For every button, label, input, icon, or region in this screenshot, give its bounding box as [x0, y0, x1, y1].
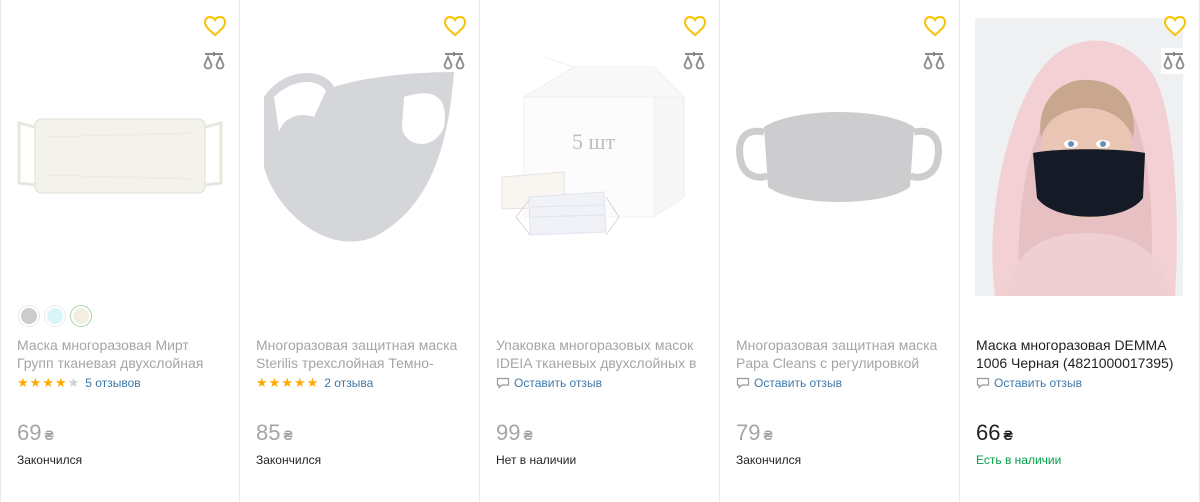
star-icon: ★: [281, 375, 293, 390]
product-rating: ★ ★ ★ ★ ★ 2 отзыва: [256, 376, 373, 391]
product-card: 5 шт Упаковка многоразовых масок IDEIA т…: [480, 0, 720, 502]
speech-bubble-icon: [976, 377, 990, 389]
product-rating: Оставить отзыв: [976, 376, 1082, 390]
product-price: 69 ₴: [17, 420, 54, 446]
product-price: 79 ₴: [736, 420, 773, 446]
product-rating: Оставить отзыв: [496, 376, 602, 390]
availability-status: Закончился: [736, 453, 802, 467]
currency-symbol: ₴: [763, 427, 773, 443]
product-image[interactable]: [734, 18, 944, 296]
rating-stars: ★ ★ ★ ★ ★: [17, 376, 79, 390]
product-rating: ★ ★ ★ ★ ★ 5 отзывов: [17, 376, 141, 391]
product-price: 99 ₴: [496, 420, 533, 446]
leave-review-link[interactable]: Оставить отзыв: [736, 376, 842, 390]
color-swatches: [19, 306, 91, 326]
price-value: 66: [976, 420, 1001, 445]
price-value: 69: [17, 420, 42, 445]
rating-stars: ★ ★ ★ ★ ★: [256, 376, 318, 390]
star-icon: ★: [256, 375, 268, 390]
speech-bubble-icon: [496, 377, 510, 389]
product-card: Многоразовая защитная маска Sterilis тре…: [240, 0, 480, 502]
availability-status: Закончился: [17, 453, 83, 467]
price-value: 85: [256, 420, 281, 445]
product-title[interactable]: Маска многоразовая Мирт Групп тканевая д…: [17, 336, 225, 372]
product-title[interactable]: Многоразовая защитная маска Sterilis тре…: [256, 336, 465, 372]
currency-symbol: ₴: [283, 427, 293, 443]
star-icon: ★: [268, 375, 281, 390]
product-title[interactable]: Многоразовая защитная маска Papa Cleans …: [736, 336, 945, 372]
reviews-link[interactable]: 2 отзыва: [324, 376, 373, 390]
product-price: 66 ₴: [976, 420, 1013, 446]
scales-icon[interactable]: [1161, 48, 1187, 74]
box-label: 5 шт: [572, 129, 615, 154]
product-image[interactable]: [254, 18, 464, 296]
star-icon: ★: [67, 375, 80, 390]
product-grid: Маска многоразовая Мирт Групп тканевая д…: [0, 0, 1200, 502]
currency-symbol: ₴: [1003, 427, 1013, 443]
star-icon: ★: [29, 375, 42, 390]
speech-bubble-icon: [736, 377, 750, 389]
availability-status: Закончился: [256, 453, 322, 467]
leave-review-label: Оставить отзыв: [994, 376, 1082, 390]
product-card: Маска многоразовая DEMMA 1006 Черная (48…: [960, 0, 1200, 502]
leave-review-link[interactable]: Оставить отзыв: [496, 376, 602, 390]
product-card: Многоразовая защитная маска Papa Cleans …: [720, 0, 960, 502]
availability-status: Нет в наличии: [496, 453, 577, 467]
star-icon: ★: [54, 375, 67, 390]
product-rating: Оставить отзыв: [736, 376, 842, 390]
star-icon: ★: [306, 375, 319, 390]
product-price: 85 ₴: [256, 420, 293, 446]
color-swatch-cyan[interactable]: [45, 306, 65, 326]
price-value: 79: [736, 420, 761, 445]
color-swatch-gray[interactable]: [19, 306, 39, 326]
product-title[interactable]: Маска многоразовая DEMMA 1006 Черная (48…: [976, 336, 1185, 372]
product-title[interactable]: Упаковка многоразовых масок IDEIA тканев…: [496, 336, 705, 372]
reviews-link[interactable]: 5 отзывов: [85, 376, 140, 390]
leave-review-label: Оставить отзыв: [754, 376, 842, 390]
color-swatch-beige[interactable]: [71, 306, 91, 326]
star-icon: ★: [42, 375, 54, 390]
star-icon: ★: [17, 375, 29, 390]
leave-review-label: Оставить отзыв: [514, 376, 602, 390]
product-image[interactable]: 5 шт: [494, 18, 704, 296]
product-image[interactable]: [15, 18, 225, 296]
currency-symbol: ₴: [523, 427, 533, 443]
price-value: 99: [496, 420, 521, 445]
availability-status: Есть в наличии: [976, 453, 1062, 467]
product-image[interactable]: [974, 18, 1184, 296]
product-card: Маска многоразовая Мирт Групп тканевая д…: [0, 0, 240, 502]
currency-symbol: ₴: [44, 427, 54, 443]
leave-review-link[interactable]: Оставить отзыв: [976, 376, 1082, 390]
star-icon: ★: [293, 375, 306, 390]
heart-icon[interactable]: [1161, 12, 1189, 40]
